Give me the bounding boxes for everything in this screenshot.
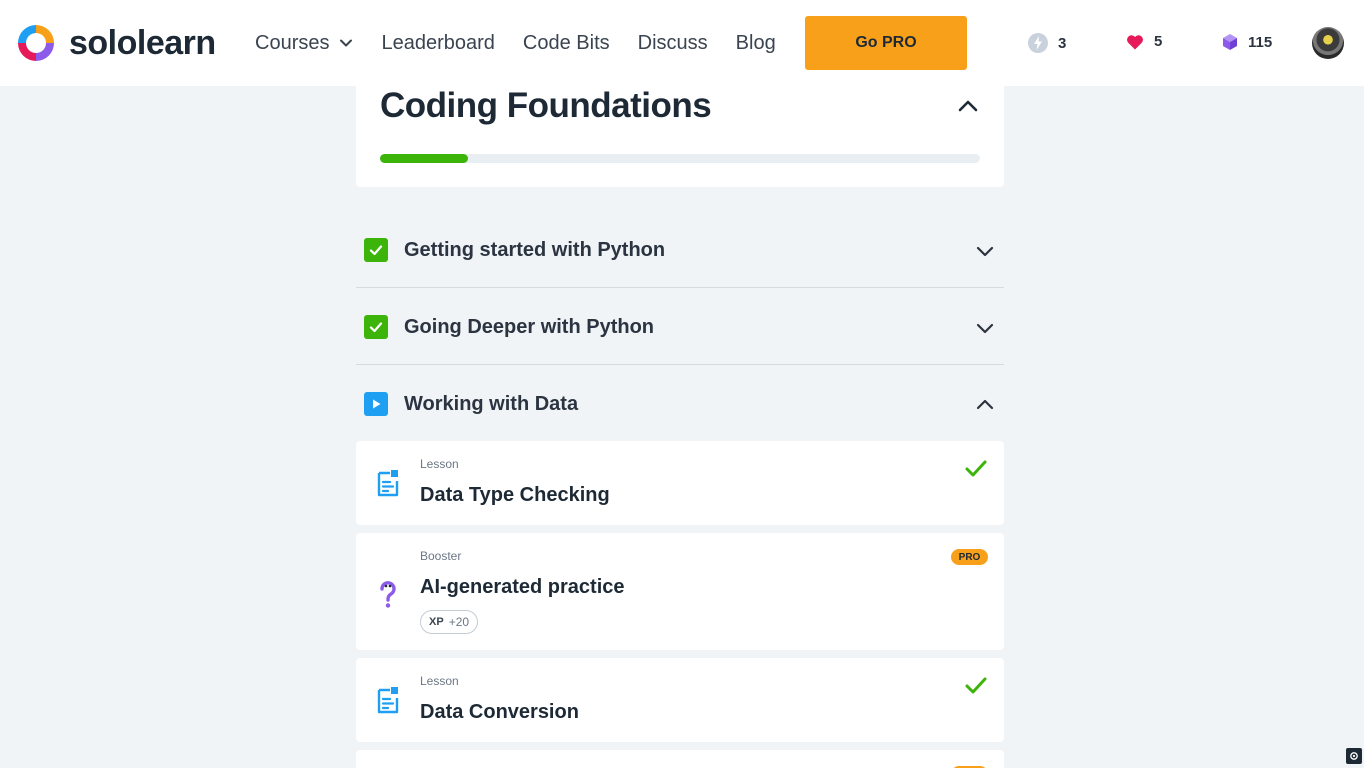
completed-check-icon	[364, 238, 388, 262]
chevron-down-icon	[976, 246, 994, 257]
nav-blog[interactable]: Blog	[736, 30, 776, 56]
hearts-count: 5	[1154, 33, 1163, 50]
streak-stat[interactable]: 3	[1028, 33, 1066, 53]
nav-leaderboard[interactable]: Leaderboard	[381, 30, 494, 56]
play-icon	[364, 392, 388, 416]
module-title: Getting started with Python	[404, 239, 666, 261]
completed-check-icon	[965, 677, 987, 694]
lesson-card[interactable]: Lesson Data Conversion	[356, 658, 1004, 742]
module-getting-started[interactable]: Getting started with Python	[356, 211, 1004, 288]
settings-corner-icon[interactable]	[1346, 748, 1362, 764]
chevron-up-icon	[976, 399, 994, 410]
chevron-up-icon[interactable]	[956, 94, 980, 118]
main-nav: Courses Leaderboard Code Bits Discuss Bl…	[255, 30, 804, 56]
completed-check-icon	[364, 315, 388, 339]
hearts-stat[interactable]: 5	[1126, 33, 1162, 50]
module-title: Going Deeper with Python	[404, 316, 655, 338]
nav-code-bits[interactable]: Code Bits	[523, 30, 610, 56]
lesson-card[interactable]: Lesson Data Type Checking	[356, 441, 1004, 525]
sololearn-logo[interactable]: sololearn	[15, 22, 216, 64]
chevron-down-icon	[976, 323, 994, 334]
module-title: Working with Data	[404, 393, 579, 415]
lesson-title: Data Type Checking	[420, 484, 610, 506]
bits-stat[interactable]: 115	[1222, 33, 1272, 51]
streak-count: 3	[1058, 34, 1067, 52]
lesson-document-icon	[377, 687, 399, 714]
xp-reward-chip: XP +20	[420, 610, 479, 634]
chevron-down-icon	[340, 39, 353, 47]
lesson-type-label: Lesson	[420, 457, 459, 471]
course-title: Coding Foundations	[380, 86, 712, 125]
nav-courses-label: Courses	[255, 32, 330, 54]
top-header: sololearn Courses Leaderboard Code Bits …	[0, 0, 1364, 86]
nav-discuss[interactable]: Discuss	[638, 30, 708, 56]
lightning-icon	[1028, 33, 1048, 53]
lesson-type-label: Booster	[420, 549, 462, 563]
user-avatar[interactable]	[1312, 27, 1344, 59]
xp-value: +20	[448, 615, 470, 629]
xp-label: XP	[429, 616, 444, 628]
lesson-type-label: Lesson	[420, 674, 459, 688]
module-working-with-data[interactable]: Working with Data	[356, 365, 1004, 442]
heart-icon	[1127, 34, 1143, 49]
lesson-card-partial[interactable]	[356, 750, 1004, 768]
lesson-document-icon	[377, 470, 399, 497]
course-progress-fill	[380, 154, 469, 163]
booster-card[interactable]: Booster PRO AI-generated practice XP +20	[356, 533, 1004, 650]
lesson-title: Data Conversion	[420, 701, 579, 723]
sololearn-logo-icon	[18, 25, 54, 61]
course-header-card: Coding Foundations	[356, 70, 1004, 187]
gem-cube-icon	[1223, 34, 1237, 50]
course-progress-bar	[380, 154, 980, 163]
bits-count: 115	[1248, 33, 1273, 51]
completed-check-icon	[965, 460, 987, 477]
logo-text: sololearn	[69, 24, 216, 62]
lesson-title: AI-generated practice	[420, 576, 625, 598]
question-mark-icon	[380, 581, 396, 608]
nav-courses[interactable]: Courses	[255, 30, 353, 56]
go-pro-button[interactable]: Go PRO	[805, 16, 967, 70]
module-going-deeper[interactable]: Going Deeper with Python	[356, 288, 1004, 365]
pro-badge: PRO	[951, 549, 988, 565]
